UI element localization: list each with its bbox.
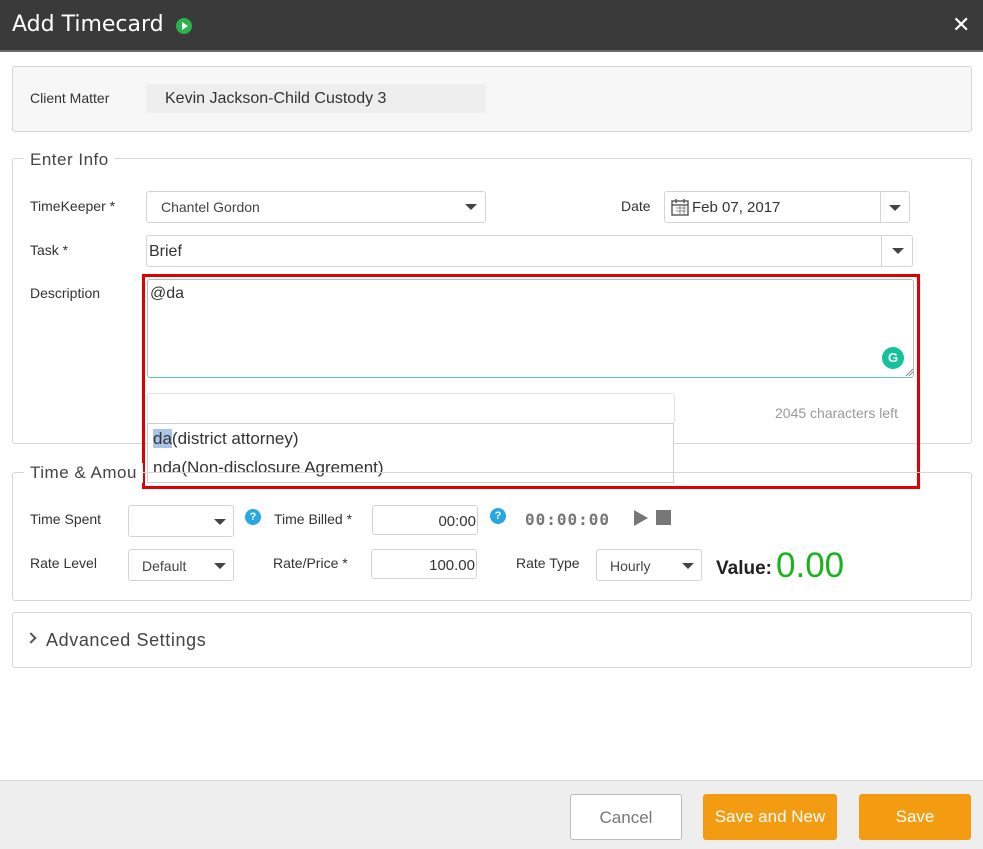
dialog-header: Add Timecard ✕ [0, 0, 983, 52]
close-icon[interactable]: ✕ [952, 12, 970, 38]
rate-type-label: Rate Type [516, 555, 580, 571]
time-spent-select[interactable] [128, 505, 234, 537]
rate-level-select[interactable]: Default [128, 549, 234, 581]
time-billed-label: Time Billed * [274, 511, 353, 527]
timekeeper-select[interactable]: Chantel Gordon [146, 191, 486, 223]
date-label: Date [621, 198, 651, 214]
client-matter-label: Client Matter [30, 90, 110, 106]
timer-stop-icon[interactable] [656, 510, 671, 525]
save-and-new-button[interactable]: Save and New [703, 794, 837, 840]
advanced-settings-label[interactable]: Advanced Settings [46, 630, 206, 651]
chevron-down-icon [214, 519, 226, 525]
date-picker[interactable]: Feb 07, 2017 [664, 191, 910, 223]
calendar-icon[interactable] [671, 198, 689, 216]
rate-level-value: Default [142, 558, 187, 574]
cancel-button[interactable]: Cancel [570, 794, 682, 840]
timekeeper-label: TimeKeeper * [30, 198, 116, 214]
highlight-box [142, 274, 920, 489]
help-icon[interactable]: ? [245, 509, 261, 525]
timer-play-icon[interactable] [634, 510, 648, 526]
time-spent-label: Time Spent [30, 511, 102, 527]
time-billed-input[interactable]: 00:00 [372, 505, 478, 535]
task-value: Brief [149, 243, 182, 260]
rate-level-label: Rate Level [30, 555, 97, 571]
task-divider [881, 236, 882, 266]
play-icon[interactable] [176, 18, 192, 34]
value-label: Value: [716, 558, 772, 579]
chevron-down-icon [465, 204, 477, 210]
rate-price-value: 100.00 [429, 557, 475, 574]
task-label: Task * [30, 242, 69, 258]
time-amount-legend: Time & Amou [24, 463, 143, 483]
date-divider [880, 192, 881, 222]
chevron-down-icon [214, 563, 226, 569]
chevron-down-icon[interactable] [889, 205, 901, 211]
help-icon[interactable]: ? [490, 508, 506, 524]
date-value: Feb 07, 2017 [692, 199, 781, 216]
enter-info-legend: Enter Info [24, 150, 115, 170]
task-select[interactable]: Brief [146, 235, 913, 267]
client-matter-value: Kevin Jackson-Child Custody 3 [165, 90, 387, 107]
chevron-down-icon[interactable] [892, 248, 904, 254]
rate-type-select[interactable]: Hourly [596, 549, 702, 581]
description-label: Description [30, 285, 101, 301]
chevron-down-icon [682, 563, 694, 569]
timer-display: 00:00:00 [525, 510, 611, 529]
timekeeper-value: Chantel Gordon [161, 199, 260, 215]
rate-price-input[interactable]: 100.00 [371, 549, 477, 579]
save-button[interactable]: Save [859, 794, 971, 840]
time-billed-value: 00:00 [438, 513, 476, 530]
rate-type-value: Hourly [610, 558, 651, 574]
dialog-title: Add Timecard [12, 12, 164, 37]
client-matter-field[interactable]: Kevin Jackson-Child Custody 3 [146, 84, 486, 113]
rate-price-label: Rate/Price * [273, 555, 348, 571]
value-amount: 0.00 [776, 546, 845, 585]
